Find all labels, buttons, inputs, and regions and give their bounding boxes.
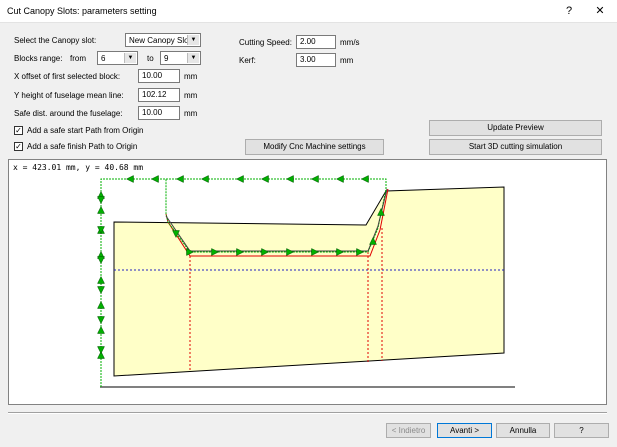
cutting-path-drawing (97, 175, 515, 388)
fuselage-shape (113, 186, 505, 377)
triangle-arrow-icon (125, 175, 134, 183)
triangle-arrow-icon (97, 316, 105, 325)
triangle-arrow-icon (310, 175, 319, 183)
triangle-arrow-icon (97, 205, 105, 214)
triangle-arrow-icon (260, 175, 269, 183)
triangle-arrow-icon (97, 256, 105, 265)
triangle-arrow-icon (335, 175, 344, 183)
cancel-button[interactable]: Annulla (496, 423, 550, 438)
triangle-arrow-icon (97, 300, 105, 309)
help-button[interactable]: ? (554, 423, 609, 438)
separator (8, 412, 607, 414)
triangle-arrow-icon (360, 175, 369, 183)
triangle-arrow-icon (97, 196, 105, 205)
back-button[interactable]: < Indietro (386, 423, 431, 438)
triangle-arrow-icon (97, 286, 105, 295)
triangle-arrow-icon (235, 175, 244, 183)
triangle-arrow-icon (200, 175, 209, 183)
next-button[interactable]: Avanti > (437, 423, 492, 438)
triangle-arrow-icon (175, 175, 184, 183)
triangle-arrow-icon (97, 275, 105, 284)
triangle-arrow-icon (150, 175, 159, 183)
triangle-arrow-icon (285, 175, 294, 183)
triangle-arrow-icon (97, 325, 105, 334)
triangle-arrow-icon (97, 346, 105, 355)
